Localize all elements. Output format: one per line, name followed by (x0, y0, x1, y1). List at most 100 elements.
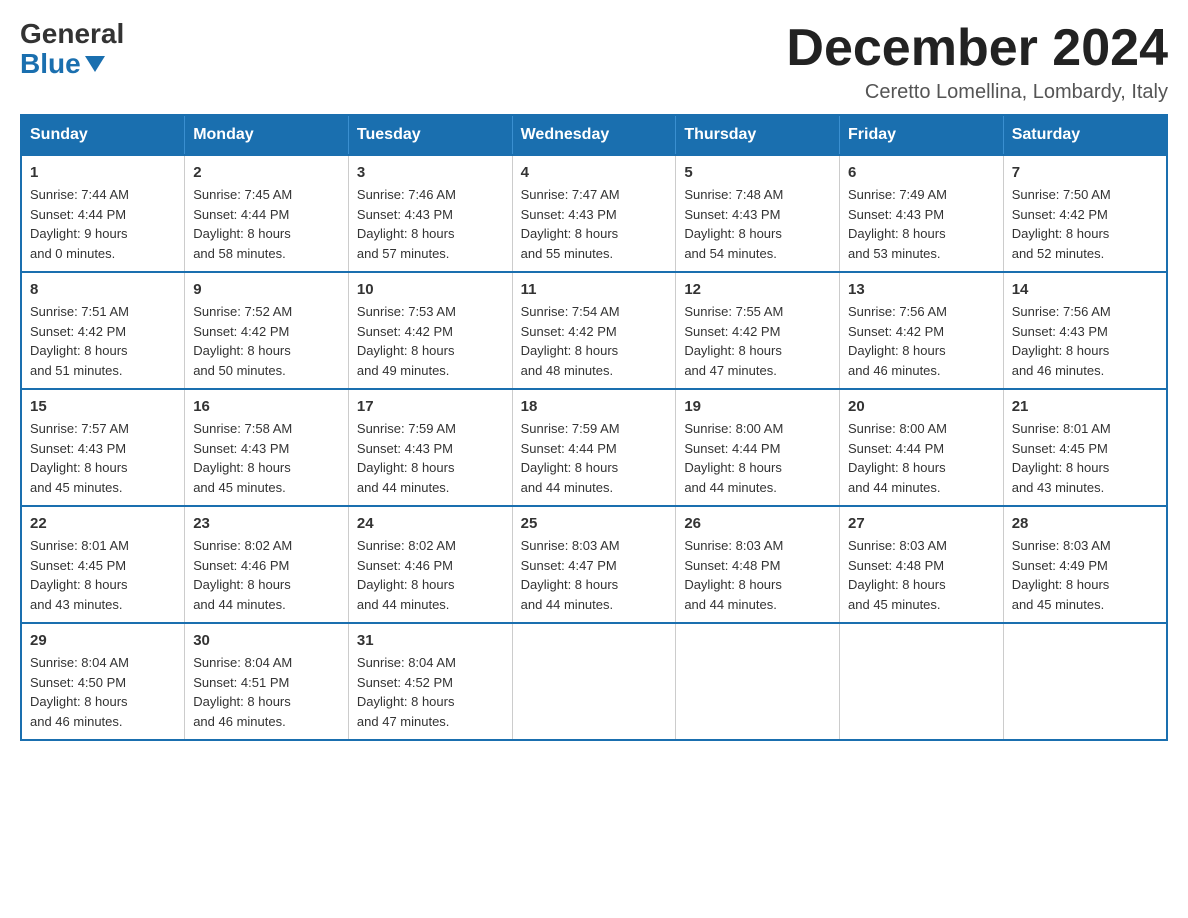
calendar-week-row: 22 Sunrise: 8:01 AM Sunset: 4:45 PM Dayl… (21, 506, 1167, 623)
day-number: 18 (521, 398, 668, 415)
day-info: Sunrise: 8:03 AM Sunset: 4:47 PM Dayligh… (521, 536, 668, 614)
day-info: Sunrise: 8:04 AM Sunset: 4:50 PM Dayligh… (30, 653, 176, 731)
day-number: 5 (684, 164, 831, 181)
day-of-week-header: Wednesday (512, 115, 676, 155)
calendar-day-cell: 26 Sunrise: 8:03 AM Sunset: 4:48 PM Dayl… (676, 506, 840, 623)
calendar-day-cell: 20 Sunrise: 8:00 AM Sunset: 4:44 PM Dayl… (840, 389, 1004, 506)
day-of-week-header: Sunday (21, 115, 185, 155)
calendar-day-cell: 14 Sunrise: 7:56 AM Sunset: 4:43 PM Dayl… (1003, 272, 1167, 389)
day-info: Sunrise: 7:58 AM Sunset: 4:43 PM Dayligh… (193, 419, 340, 497)
day-info: Sunrise: 7:56 AM Sunset: 4:42 PM Dayligh… (848, 302, 995, 380)
logo: General Blue (20, 20, 124, 80)
day-info: Sunrise: 7:48 AM Sunset: 4:43 PM Dayligh… (684, 185, 831, 263)
calendar-day-cell: 10 Sunrise: 7:53 AM Sunset: 4:42 PM Dayl… (348, 272, 512, 389)
day-number: 19 (684, 398, 831, 415)
calendar-day-cell: 7 Sunrise: 7:50 AM Sunset: 4:42 PM Dayli… (1003, 155, 1167, 272)
calendar-day-cell (840, 623, 1004, 740)
day-number: 4 (521, 164, 668, 181)
calendar-day-cell: 15 Sunrise: 7:57 AM Sunset: 4:43 PM Dayl… (21, 389, 185, 506)
day-info: Sunrise: 7:46 AM Sunset: 4:43 PM Dayligh… (357, 185, 504, 263)
day-info: Sunrise: 8:01 AM Sunset: 4:45 PM Dayligh… (1012, 419, 1158, 497)
day-info: Sunrise: 7:49 AM Sunset: 4:43 PM Dayligh… (848, 185, 995, 263)
day-info: Sunrise: 7:45 AM Sunset: 4:44 PM Dayligh… (193, 185, 340, 263)
logo-triangle-icon (85, 56, 105, 72)
day-info: Sunrise: 7:50 AM Sunset: 4:42 PM Dayligh… (1012, 185, 1158, 263)
calendar-day-cell: 12 Sunrise: 7:55 AM Sunset: 4:42 PM Dayl… (676, 272, 840, 389)
day-info: Sunrise: 7:56 AM Sunset: 4:43 PM Dayligh… (1012, 302, 1158, 380)
day-info: Sunrise: 7:44 AM Sunset: 4:44 PM Dayligh… (30, 185, 176, 263)
day-info: Sunrise: 8:04 AM Sunset: 4:52 PM Dayligh… (357, 653, 504, 731)
day-number: 2 (193, 164, 340, 181)
day-info: Sunrise: 7:52 AM Sunset: 4:42 PM Dayligh… (193, 302, 340, 380)
calendar-week-row: 29 Sunrise: 8:04 AM Sunset: 4:50 PM Dayl… (21, 623, 1167, 740)
day-info: Sunrise: 8:02 AM Sunset: 4:46 PM Dayligh… (193, 536, 340, 614)
calendar-day-cell: 17 Sunrise: 7:59 AM Sunset: 4:43 PM Dayl… (348, 389, 512, 506)
calendar-day-cell: 2 Sunrise: 7:45 AM Sunset: 4:44 PM Dayli… (185, 155, 349, 272)
calendar-day-cell: 27 Sunrise: 8:03 AM Sunset: 4:48 PM Dayl… (840, 506, 1004, 623)
calendar-day-cell (512, 623, 676, 740)
day-info: Sunrise: 8:03 AM Sunset: 4:48 PM Dayligh… (848, 536, 995, 614)
calendar-week-row: 1 Sunrise: 7:44 AM Sunset: 4:44 PM Dayli… (21, 155, 1167, 272)
day-number: 17 (357, 398, 504, 415)
calendar-day-cell: 24 Sunrise: 8:02 AM Sunset: 4:46 PM Dayl… (348, 506, 512, 623)
day-info: Sunrise: 8:02 AM Sunset: 4:46 PM Dayligh… (357, 536, 504, 614)
page-header: General Blue December 2024 Ceretto Lomel… (20, 20, 1168, 104)
day-number: 11 (521, 281, 668, 298)
day-info: Sunrise: 7:59 AM Sunset: 4:43 PM Dayligh… (357, 419, 504, 497)
calendar-day-cell: 21 Sunrise: 8:01 AM Sunset: 4:45 PM Dayl… (1003, 389, 1167, 506)
day-number: 12 (684, 281, 831, 298)
day-of-week-header: Tuesday (348, 115, 512, 155)
day-of-week-header: Saturday (1003, 115, 1167, 155)
day-number: 7 (1012, 164, 1158, 181)
day-number: 25 (521, 515, 668, 532)
day-number: 22 (30, 515, 176, 532)
day-number: 28 (1012, 515, 1158, 532)
logo-blue-text: Blue (20, 48, 105, 80)
calendar-day-cell: 16 Sunrise: 7:58 AM Sunset: 4:43 PM Dayl… (185, 389, 349, 506)
calendar-day-cell: 4 Sunrise: 7:47 AM Sunset: 4:43 PM Dayli… (512, 155, 676, 272)
day-info: Sunrise: 7:51 AM Sunset: 4:42 PM Dayligh… (30, 302, 176, 380)
day-info: Sunrise: 8:03 AM Sunset: 4:49 PM Dayligh… (1012, 536, 1158, 614)
calendar-week-row: 8 Sunrise: 7:51 AM Sunset: 4:42 PM Dayli… (21, 272, 1167, 389)
day-number: 31 (357, 632, 504, 649)
calendar-day-cell: 11 Sunrise: 7:54 AM Sunset: 4:42 PM Dayl… (512, 272, 676, 389)
day-number: 8 (30, 281, 176, 298)
calendar-day-cell (1003, 623, 1167, 740)
day-number: 30 (193, 632, 340, 649)
day-number: 1 (30, 164, 176, 181)
calendar-day-cell: 13 Sunrise: 7:56 AM Sunset: 4:42 PM Dayl… (840, 272, 1004, 389)
day-of-week-header: Friday (840, 115, 1004, 155)
day-number: 3 (357, 164, 504, 181)
calendar-day-cell: 25 Sunrise: 8:03 AM Sunset: 4:47 PM Dayl… (512, 506, 676, 623)
month-title: December 2024 (786, 20, 1168, 77)
day-number: 29 (30, 632, 176, 649)
logo-general-text: General (20, 20, 124, 48)
day-info: Sunrise: 7:55 AM Sunset: 4:42 PM Dayligh… (684, 302, 831, 380)
location-text: Ceretto Lomellina, Lombardy, Italy (786, 81, 1168, 104)
day-info: Sunrise: 7:54 AM Sunset: 4:42 PM Dayligh… (521, 302, 668, 380)
calendar-header-row: SundayMondayTuesdayWednesdayThursdayFrid… (21, 115, 1167, 155)
day-number: 20 (848, 398, 995, 415)
title-block: December 2024 Ceretto Lomellina, Lombard… (786, 20, 1168, 104)
day-number: 27 (848, 515, 995, 532)
calendar-day-cell: 9 Sunrise: 7:52 AM Sunset: 4:42 PM Dayli… (185, 272, 349, 389)
day-of-week-header: Monday (185, 115, 349, 155)
day-number: 6 (848, 164, 995, 181)
calendar-day-cell: 22 Sunrise: 8:01 AM Sunset: 4:45 PM Dayl… (21, 506, 185, 623)
calendar-day-cell: 30 Sunrise: 8:04 AM Sunset: 4:51 PM Dayl… (185, 623, 349, 740)
calendar-day-cell: 18 Sunrise: 7:59 AM Sunset: 4:44 PM Dayl… (512, 389, 676, 506)
day-info: Sunrise: 7:57 AM Sunset: 4:43 PM Dayligh… (30, 419, 176, 497)
calendar-day-cell: 19 Sunrise: 8:00 AM Sunset: 4:44 PM Dayl… (676, 389, 840, 506)
day-info: Sunrise: 8:03 AM Sunset: 4:48 PM Dayligh… (684, 536, 831, 614)
day-info: Sunrise: 8:04 AM Sunset: 4:51 PM Dayligh… (193, 653, 340, 731)
calendar-day-cell: 6 Sunrise: 7:49 AM Sunset: 4:43 PM Dayli… (840, 155, 1004, 272)
day-number: 16 (193, 398, 340, 415)
calendar-day-cell: 28 Sunrise: 8:03 AM Sunset: 4:49 PM Dayl… (1003, 506, 1167, 623)
calendar-table: SundayMondayTuesdayWednesdayThursdayFrid… (20, 114, 1168, 741)
day-number: 9 (193, 281, 340, 298)
day-info: Sunrise: 8:00 AM Sunset: 4:44 PM Dayligh… (684, 419, 831, 497)
day-info: Sunrise: 8:00 AM Sunset: 4:44 PM Dayligh… (848, 419, 995, 497)
day-number: 21 (1012, 398, 1158, 415)
calendar-day-cell: 5 Sunrise: 7:48 AM Sunset: 4:43 PM Dayli… (676, 155, 840, 272)
day-number: 15 (30, 398, 176, 415)
